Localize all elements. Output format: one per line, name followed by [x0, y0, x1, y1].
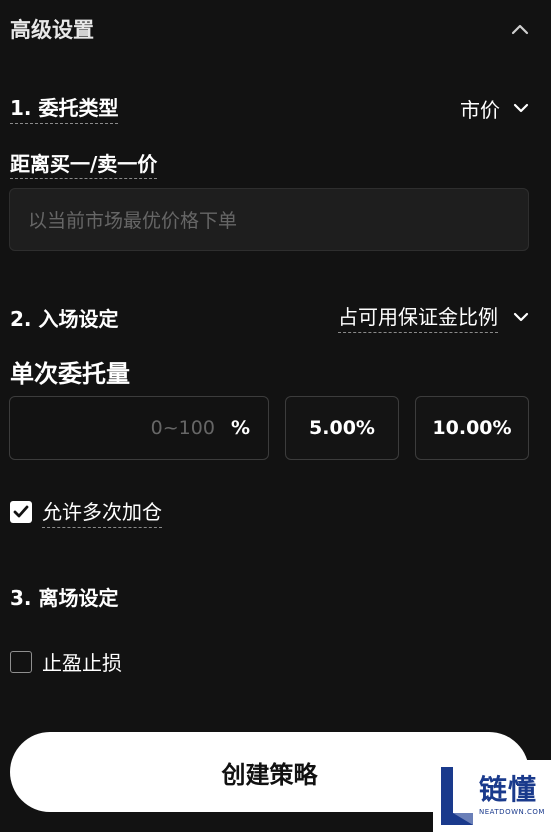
tp-sl-label: 止盈止损 — [42, 651, 122, 675]
order-type-select[interactable]: 市价 — [460, 94, 530, 123]
allow-add-position-option[interactable]: 允许多次加仓 — [10, 496, 162, 528]
entry-mode-select[interactable]: 占可用保证金比例 — [338, 301, 530, 333]
tp-sl-checkbox[interactable] — [10, 650, 32, 673]
order-type-label: 1. 委托类型 — [10, 92, 119, 124]
chevron-down-icon — [512, 102, 530, 114]
logo-cn-text: 链懂 — [479, 773, 538, 806]
preset-10-percent-button[interactable]: 10.00% — [415, 396, 529, 460]
price-input-placeholder: 以当前市场最优价格下单 — [28, 210, 238, 232]
tp-sl-option[interactable]: 止盈止损 — [10, 647, 122, 676]
chevron-down-icon — [512, 311, 530, 323]
quantity-input[interactable]: 0~100 % — [9, 396, 269, 460]
logo-en-text: NEATDOWN.COM — [479, 808, 545, 816]
exit-settings-label: 3. 离场设定 — [10, 586, 119, 610]
page-title: 高级设置 — [10, 18, 94, 42]
allow-add-label: 允许多次加仓 — [42, 496, 162, 528]
allow-add-checkbox[interactable] — [10, 501, 32, 523]
preset-10-label: 10.00% — [432, 417, 512, 439]
price-input[interactable]: 以当前市场最优价格下单 — [9, 188, 529, 251]
quantity-label: 单次委托量 — [10, 360, 130, 388]
percent-unit: % — [230, 417, 250, 439]
entry-mode-value: 占可用保证金比例 — [338, 301, 498, 333]
entry-settings-label: 2. 入场设定 — [10, 306, 119, 331]
chevron-up-icon[interactable] — [510, 22, 530, 36]
advanced-settings-header[interactable]: 高级设置 — [10, 14, 530, 44]
logo-l-icon — [439, 765, 475, 827]
distance-label: 距离买一/卖一价 — [10, 152, 158, 179]
check-icon — [13, 505, 29, 518]
preset-5-label: 5.00% — [309, 417, 375, 439]
create-strategy-label: 创建策略 — [221, 760, 318, 789]
quantity-placeholder: 0~100 — [150, 417, 215, 439]
order-type-value: 市价 — [460, 97, 500, 122]
watermark-logo: 链懂 NEATDOWN.COM — [433, 760, 551, 832]
preset-5-percent-button[interactable]: 5.00% — [285, 396, 399, 460]
